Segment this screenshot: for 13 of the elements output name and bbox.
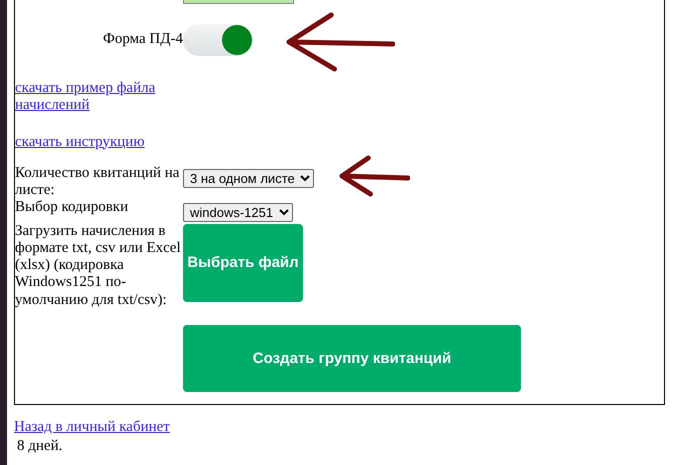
arrow-icon (340, 156, 410, 196)
field-label: Выбор кодировки (15, 199, 130, 218)
toggle-label: Форма ПД-4 (102, 31, 183, 49)
footer-text: 8 дней. (17, 438, 62, 454)
dropdown-field[interactable]: 3 на одном листе (183, 168, 314, 188)
field-label: Количество квитанций на листе: (15, 164, 180, 200)
arrow-icon (286, 12, 395, 72)
toggle-switch[interactable] (183, 24, 253, 56)
download-link[interactable]: скачать инструкцию (15, 134, 145, 151)
dropdown-field[interactable]: windows-1251 (183, 203, 293, 222)
field-label: Загрузить начисления в формате txt, csv или Excel (xlsx) (кодировка Windows1251 по-умолчанию для txt/csv): (15, 222, 182, 309)
download-link[interactable]: скачать пример файла начислений (15, 80, 175, 114)
back-link[interactable]: Назад в личный кабинет (14, 419, 170, 436)
